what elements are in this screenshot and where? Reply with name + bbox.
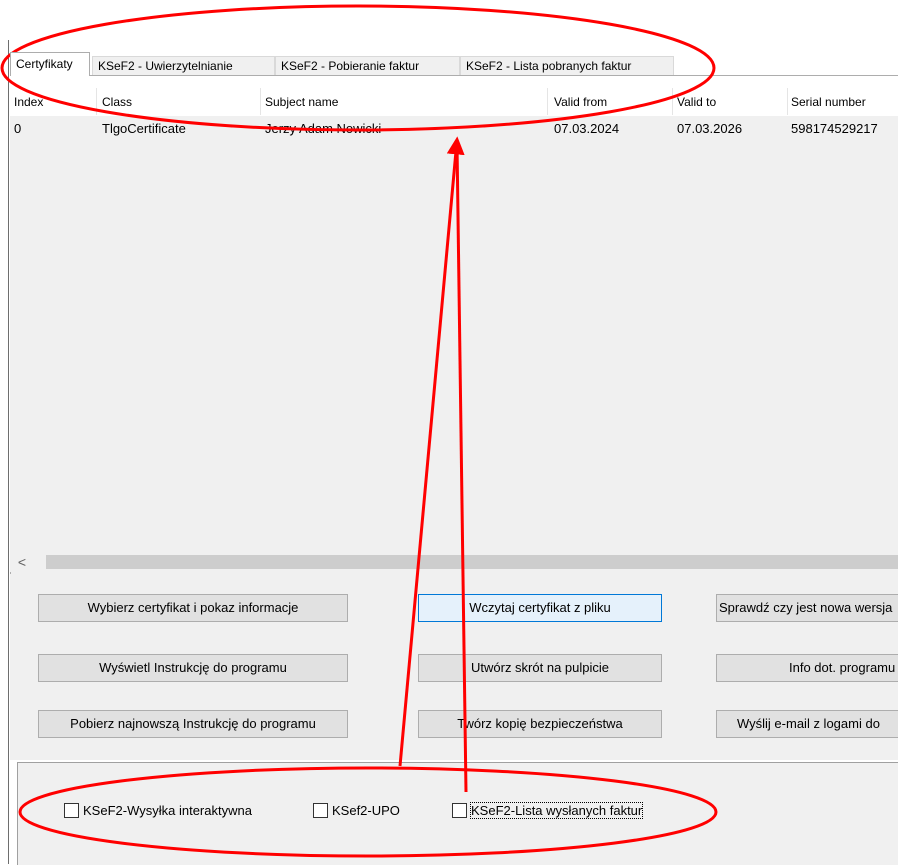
download-manual-button[interactable]: Pobierz najnowszą Instrukcję do programu (38, 710, 348, 738)
checkbox-label: KSeF2-Wysyłka interaktywna (83, 803, 252, 818)
tab-ksef2-uwierzytelnianie[interactable]: KSeF2 - Uwierzytelnianie (92, 56, 275, 75)
column-separator[interactable] (787, 88, 788, 115)
checkbox-ksef2-lista-wyslanych[interactable]: KSeF2-Lista wysłanych faktur (452, 802, 644, 820)
program-info-button[interactable]: Info dot. programu (716, 654, 898, 682)
horizontal-scrollbar[interactable]: < (10, 552, 898, 572)
send-logs-email-button[interactable]: Wyślij e-mail z logami do (716, 710, 898, 738)
checkbox-box-icon[interactable] (452, 803, 467, 818)
column-separator[interactable] (547, 88, 548, 115)
checkbox-box-icon[interactable] (64, 803, 79, 818)
load-certificate-button[interactable]: Wczytaj certyfikat z pliku (418, 594, 662, 622)
column-header-valid-to[interactable]: Valid to (677, 86, 787, 116)
cell-index: 0 (14, 121, 22, 136)
select-certificate-button[interactable]: Wybierz certyfikat i pokaz informacje (38, 594, 348, 622)
column-header-subject-name[interactable]: Subject name (265, 86, 545, 116)
scroll-left-arrow-icon[interactable]: < (10, 552, 34, 572)
create-shortcut-button[interactable]: Utwórz skrót na pulpicie (418, 654, 662, 682)
cell-valid-from: 07.03.2024 (554, 121, 620, 136)
checkbox-ksef2-wysylka[interactable]: KSeF2-Wysyłka interaktywna (64, 802, 252, 820)
button-panel: Wybierz certyfikat i pokaz informacje Wc… (10, 574, 898, 760)
cell-subject-name: Jerzy Adam Nowicki (265, 121, 382, 136)
column-separator[interactable] (260, 88, 261, 115)
column-header-serial-number[interactable]: Serial number (791, 86, 898, 116)
window-left-edge (8, 40, 9, 864)
column-header-index[interactable]: Index (14, 86, 94, 116)
backup-button[interactable]: Twórz kopię bezpieczeństwa (418, 710, 662, 738)
tab-ksef2-lista-pobranych-faktur[interactable]: KSeF2 - Lista pobranych faktur (460, 56, 674, 75)
cell-valid-to: 07.03.2026 (677, 121, 743, 136)
checkbox-ksef2-upo[interactable]: KSef2-UPO (313, 802, 400, 820)
list-body: 0 TlgoCertificate Jerzy Adam Nowicki 07.… (10, 116, 898, 552)
cell-serial-number: 598174529217 (791, 121, 878, 136)
scroll-thumb[interactable] (46, 555, 898, 569)
cell-class: TlgoCertificate (102, 121, 186, 136)
tab-certyfikaty[interactable]: Certyfikaty (10, 52, 90, 76)
table-row[interactable]: 0 TlgoCertificate Jerzy Adam Nowicki 07.… (10, 118, 898, 140)
column-separator[interactable] (96, 88, 97, 115)
checkbox-label: KSeF2-Lista wysłanych faktur (469, 802, 644, 819)
show-manual-button[interactable]: Wyświetl Instrukcję do programu (38, 654, 348, 682)
tab-strip: Certyfikaty KSeF2 - Uwierzytelnianie KSe… (10, 52, 898, 76)
column-header-valid-from[interactable]: Valid from (554, 86, 674, 116)
check-new-version-button[interactable]: Sprawdź czy jest nowa wersja (716, 594, 898, 622)
checkbox-label: KSef2-UPO (332, 803, 400, 818)
tab-panel-border (10, 75, 898, 76)
column-header-class[interactable]: Class (102, 86, 262, 116)
checkbox-box-icon[interactable] (313, 803, 328, 818)
tab-ksef2-pobieranie-faktur[interactable]: KSeF2 - Pobieranie faktur (275, 56, 460, 75)
column-separator[interactable] (672, 88, 673, 115)
list-header: Index Class Subject name Valid from Vali… (10, 86, 898, 117)
